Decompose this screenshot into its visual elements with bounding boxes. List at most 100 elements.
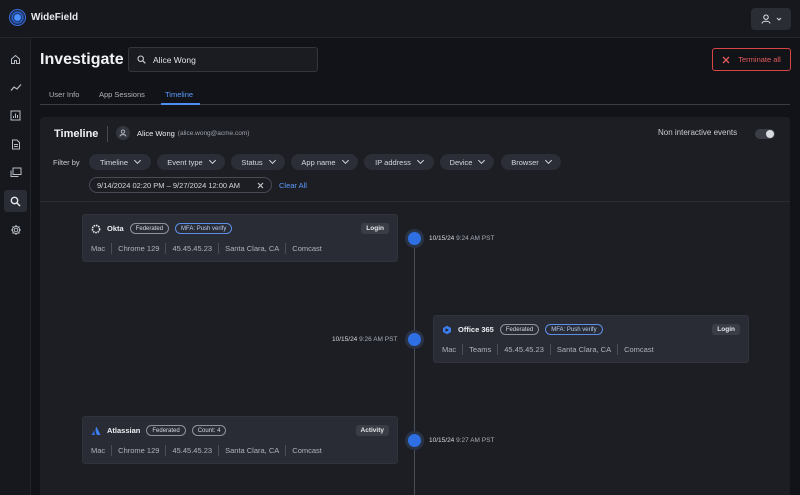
timeline-dot <box>408 434 421 447</box>
nav-collections[interactable] <box>4 161 27 183</box>
event-meta: Mac Chrome 129 45.45.45.23 Santa Clara, … <box>91 445 322 456</box>
filter-status[interactable]: Status <box>231 154 285 170</box>
brand-logo[interactable]: WideField <box>9 9 78 26</box>
filter-label: App name <box>301 157 336 167</box>
nav-reports[interactable] <box>4 104 27 126</box>
federated-badge: Federated <box>129 223 170 234</box>
meta-browser: Chrome 129 <box>118 446 160 455</box>
filter-label: IP address <box>375 157 411 167</box>
close-icon <box>722 56 730 63</box>
non-interactive-events-toggle[interactable] <box>755 129 775 139</box>
chevron-down-icon <box>341 156 349 165</box>
meta-location: Santa Clara, CA <box>225 446 280 455</box>
chevron-down-icon <box>478 156 486 165</box>
meta-device: Mac <box>91 244 106 253</box>
user-name: Alice Wong <box>137 128 175 138</box>
terminate-all-button[interactable]: Terminate all <box>712 48 791 71</box>
nav-investigate[interactable] <box>4 190 27 212</box>
user-chip: Alice Wong (alice.wong@acme.com) <box>116 126 249 140</box>
trend-icon <box>10 83 21 91</box>
chevron-down-icon <box>416 156 424 165</box>
meta-isp: Comcast <box>624 345 654 354</box>
count-badge: Count: 4 <box>191 425 227 436</box>
tab-app-sessions[interactable]: App Sessions <box>99 90 145 99</box>
mfa-badge: MFA: Push verify <box>545 324 603 335</box>
tab-user-info[interactable]: User Info <box>49 90 79 99</box>
filter-device[interactable]: Device <box>440 154 494 170</box>
event-card-office-365[interactable]: Office 365 Federated MFA: Push verify Lo… <box>433 315 749 363</box>
app-name: Office 365 <box>458 325 494 334</box>
event-time: 9:27 AM PST <box>456 437 495 444</box>
terminate-all-label: Terminate all <box>738 55 781 64</box>
user-email: (alice.wong@acme.com) <box>177 129 250 137</box>
timeline-panel: Timeline Alice Wong (alice.wong@acme.com… <box>40 117 790 495</box>
filter-label: Device <box>449 157 473 167</box>
tab-timeline[interactable]: Timeline <box>165 90 193 99</box>
event-date: 10/15/24 <box>429 235 455 242</box>
office-365-logo-icon <box>443 325 451 334</box>
close-icon[interactable] <box>257 182 264 189</box>
timeline-dot <box>408 333 421 346</box>
meta-isp: Comcast <box>292 244 322 253</box>
nav-home[interactable] <box>4 48 27 70</box>
user-icon <box>760 14 771 24</box>
atlassian-logo-icon <box>91 426 101 435</box>
date-range-label: 9/14/2024 02:20 PM – 9/27/2024 12:00 AM <box>97 180 241 190</box>
timeline-dot <box>408 232 421 245</box>
meta-location: Santa Clara, CA <box>556 345 612 354</box>
chevron-down-icon <box>776 17 781 21</box>
event-type-badge: Login <box>361 223 389 234</box>
non-interactive-events-label: Non interactive events <box>658 128 738 137</box>
event-timestamp: 10/15/24 9:27 AM PST <box>429 437 494 444</box>
chevron-down-icon <box>544 156 552 165</box>
stack-icon <box>10 167 21 177</box>
document-icon <box>11 139 20 149</box>
panel-divider <box>40 201 790 202</box>
meta-device: Mac <box>91 446 106 455</box>
filter-ip-address[interactable]: IP address <box>364 154 434 170</box>
event-card-atlassian[interactable]: Atlassian Federated Count: 4 Activity Ma… <box>82 416 398 464</box>
event-type-badge: Login <box>712 324 740 335</box>
event-timestamp: 10/15/24 9:24 AM PST <box>429 235 494 242</box>
filter-timeline[interactable]: Timeline <box>89 154 151 170</box>
event-timestamp: 10/15/24 9:26 AM PST <box>332 336 397 343</box>
okta-logo-icon <box>91 224 101 233</box>
filter-by-label: Filter by <box>53 158 80 167</box>
date-range-chip: 9/14/2024 02:20 PM – 9/27/2024 12:00 AM <box>89 177 272 193</box>
nav-analytics[interactable] <box>4 76 27 98</box>
clear-all-link[interactable]: Clear All <box>279 181 307 190</box>
mfa-badge: MFA: Push verify <box>175 223 233 234</box>
event-date: 10/15/24 <box>332 336 358 343</box>
user-menu-button[interactable] <box>751 8 791 30</box>
filter-event-type[interactable]: Event type <box>157 154 225 170</box>
user-avatar-icon <box>116 126 130 140</box>
bar-chart-icon <box>10 110 21 120</box>
title-divider <box>107 126 108 142</box>
nav-settings[interactable] <box>4 219 27 241</box>
event-card-okta[interactable]: Okta Federated MFA: Push verify Login Ma… <box>82 214 398 262</box>
app-name: Atlassian <box>107 426 141 435</box>
search-box[interactable] <box>128 47 318 72</box>
filter-label: Browser <box>511 157 539 167</box>
chevron-down-icon <box>268 156 276 165</box>
nav-documents[interactable] <box>4 133 27 155</box>
meta-ip: 45.45.45.23 <box>172 446 213 455</box>
top-bar: WideField <box>0 0 800 38</box>
active-tab-indicator <box>161 103 200 105</box>
event-date: 10/15/24 <box>429 437 455 444</box>
filter-browser[interactable]: Browser <box>501 154 561 170</box>
panel-title: Timeline <box>54 128 99 140</box>
sidebar <box>0 38 31 495</box>
meta-device: Mac <box>442 345 457 354</box>
search-input[interactable] <box>153 54 303 65</box>
meta-ip: 45.45.45.23 <box>504 345 544 354</box>
gear-icon <box>10 225 21 235</box>
filter-app-name[interactable]: App name <box>291 154 358 170</box>
brand-logo-icon <box>9 9 26 26</box>
brand-name: WideField <box>31 12 79 23</box>
chevron-down-icon <box>133 156 142 165</box>
toggle-knob <box>766 130 774 138</box>
meta-app: Teams <box>469 345 492 354</box>
event-meta: Mac Teams 45.45.45.23 Santa Clara, CA Co… <box>442 344 654 355</box>
home-icon <box>11 54 20 64</box>
